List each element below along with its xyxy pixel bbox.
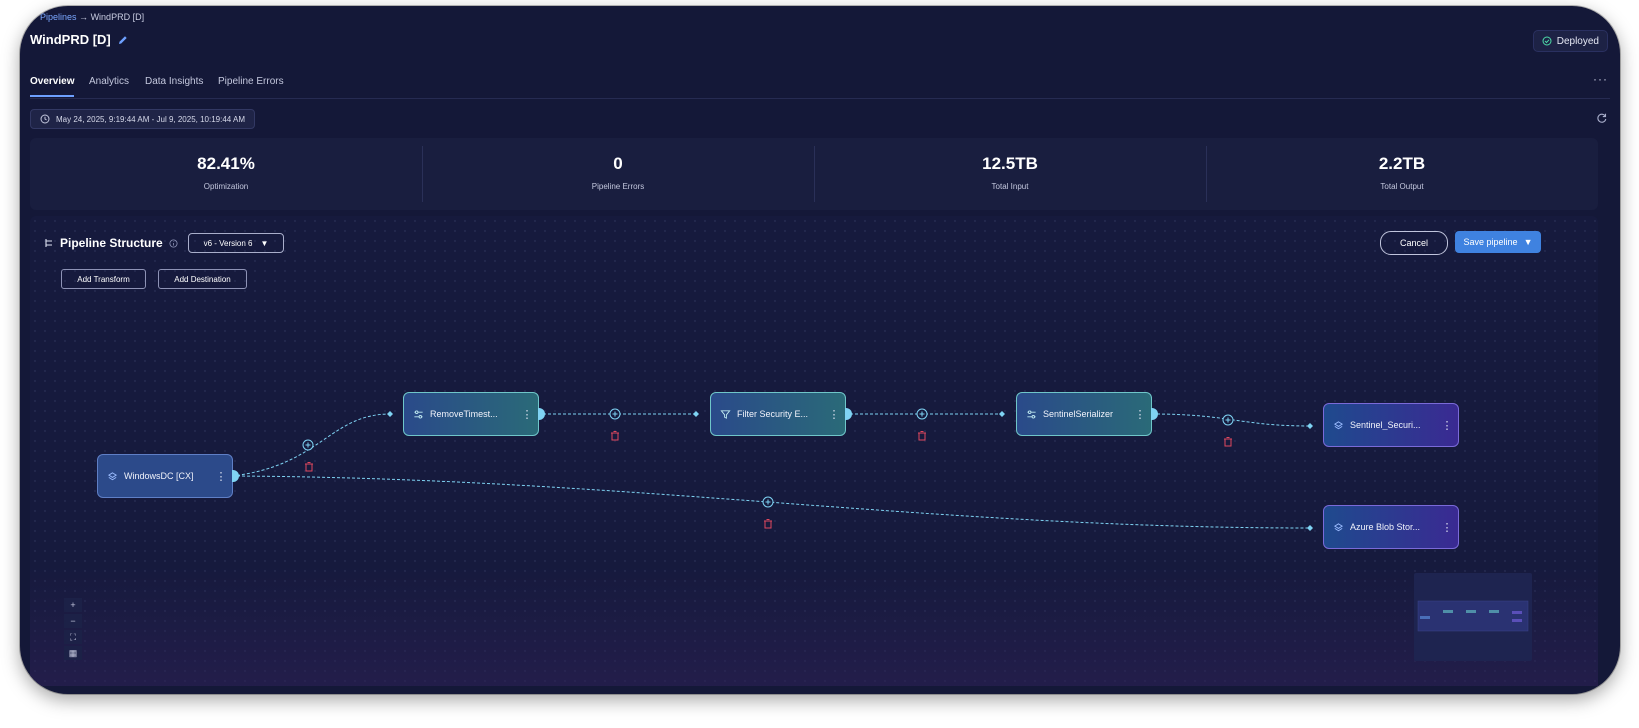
- trash-icon: [611, 431, 619, 441]
- refresh-icon[interactable]: [1596, 112, 1608, 124]
- node-label: WindowsDC [CX]: [124, 471, 194, 481]
- kebab-menu-icon[interactable]: ⋮: [1440, 521, 1454, 534]
- breadcrumb: Pipelines → WindPRD [D]: [40, 12, 144, 22]
- status-label: Deployed: [1556, 35, 1599, 47]
- date-range-picker[interactable]: May 24, 2025, 9:19:44 AM - Jul 9, 2025, …: [30, 109, 256, 129]
- pipeline-name: WindPRD [D]: [30, 32, 111, 47]
- stats-bar: 82.41% Optimization 0 Pipeline Errors 12…: [30, 138, 1598, 210]
- node-transform-sentinel-serializer[interactable]: SentinelSerializer ⋮: [1016, 392, 1158, 436]
- stat-value: 82.41%: [197, 154, 255, 173]
- node-label: Filter Security E...: [737, 409, 809, 419]
- trash-icon: [305, 462, 313, 472]
- clock-icon: [40, 114, 50, 124]
- status-badge: Deployed: [1532, 30, 1608, 52]
- node-label: RemoveTimest...: [430, 409, 498, 419]
- filter-icon: [720, 409, 731, 419]
- more-options-icon[interactable]: ···: [1593, 72, 1608, 86]
- breadcrumb-separator: →: [79, 12, 89, 22]
- stat-label: Total Input: [991, 182, 1029, 191]
- stat-label: Total Output: [1380, 182, 1424, 191]
- tab-overview[interactable]: Overview: [30, 76, 75, 97]
- stat-value: 12.5TB: [982, 154, 1038, 173]
- node-label: Azure Blob Stor...: [1350, 522, 1421, 532]
- kebab-menu-icon[interactable]: ⋮: [214, 470, 228, 483]
- trash-icon: [764, 519, 772, 529]
- fit-view-button[interactable]: ⛶: [64, 630, 82, 644]
- kebab-menu-icon[interactable]: ⋮: [827, 408, 841, 421]
- breadcrumb-pipelines-link[interactable]: Pipelines: [40, 12, 77, 22]
- pipeline-edges: [231, 408, 1313, 531]
- stack-icon: [1333, 522, 1344, 531]
- zoom-out-button[interactable]: −: [64, 614, 82, 628]
- trash-icons: [305, 431, 1232, 529]
- kebab-menu-icon[interactable]: ⋮: [1133, 408, 1147, 421]
- zoom-in-button[interactable]: +: [64, 598, 82, 612]
- stat-pipeline-errors: 0 Pipeline Errors: [422, 138, 814, 210]
- toggle-minimap-button[interactable]: ▦: [64, 646, 82, 660]
- stack-icon: [107, 471, 118, 480]
- stat-optimization: 82.41% Optimization: [30, 138, 422, 210]
- tab-data-insights[interactable]: Data Insights: [145, 76, 203, 87]
- node-transform-filter-security[interactable]: Filter Security E... ⋮: [710, 392, 852, 436]
- edge-port: [1307, 423, 1313, 429]
- check-circle-icon: [1542, 36, 1552, 46]
- kebab-menu-icon[interactable]: ⋮: [520, 408, 534, 421]
- stat-total-output: 2.2TB Total Output: [1206, 138, 1598, 210]
- stat-value: 0: [613, 154, 623, 173]
- date-range-text: May 24, 2025, 9:19:44 AM - Jul 9, 2025, …: [56, 114, 246, 124]
- edge-port: [693, 411, 699, 417]
- tab-analytics[interactable]: Analytics: [89, 76, 129, 87]
- stack-icon: [1333, 420, 1344, 429]
- minimap[interactable]: [1414, 573, 1532, 661]
- pencil-icon[interactable]: [117, 34, 129, 46]
- breadcrumb-current: WindPRD [D]: [90, 12, 145, 22]
- trash-icon: [1224, 437, 1232, 447]
- minimap-preview: [1417, 600, 1529, 632]
- tab-pipeline-errors[interactable]: Pipeline Errors: [218, 76, 284, 87]
- app-window: Pipelines → WindPRD [D] WindPRD [D] Depl…: [20, 6, 1620, 694]
- stat-label: Pipeline Errors: [591, 182, 645, 191]
- edge-port: [999, 411, 1005, 417]
- node-transform-remove-timestamp[interactable]: RemoveTimest... ⋮: [403, 392, 545, 436]
- tab-bar: Overview Analytics Data Insights Pipelin…: [30, 70, 1610, 99]
- pipeline-canvas[interactable]: Pipeline Structure v6 - Version 6 ▼ Add …: [30, 216, 1598, 686]
- sliders-icon: [414, 409, 423, 419]
- node-destination-azure-blob[interactable]: Azure Blob Stor... ⋮: [1323, 505, 1459, 549]
- stat-value: 2.2TB: [1378, 154, 1426, 173]
- stat-label: Optimization: [203, 182, 249, 191]
- node-label: Sentinel_Securi...: [1350, 420, 1421, 430]
- trash-icon: [918, 431, 926, 441]
- edge-port: [1307, 525, 1313, 531]
- sliders-icon: [1027, 409, 1036, 419]
- node-source-windowsdc[interactable]: WindowsDC [CX] ⋮: [97, 454, 239, 498]
- stat-total-input: 12.5TB Total Input: [814, 138, 1206, 210]
- edge-port: [387, 411, 393, 417]
- node-destination-sentinel[interactable]: Sentinel_Securi... ⋮: [1323, 403, 1459, 447]
- node-label: SentinelSerializer: [1043, 409, 1114, 419]
- page-title: WindPRD [D]: [30, 32, 129, 47]
- kebab-menu-icon[interactable]: ⋮: [1440, 419, 1454, 432]
